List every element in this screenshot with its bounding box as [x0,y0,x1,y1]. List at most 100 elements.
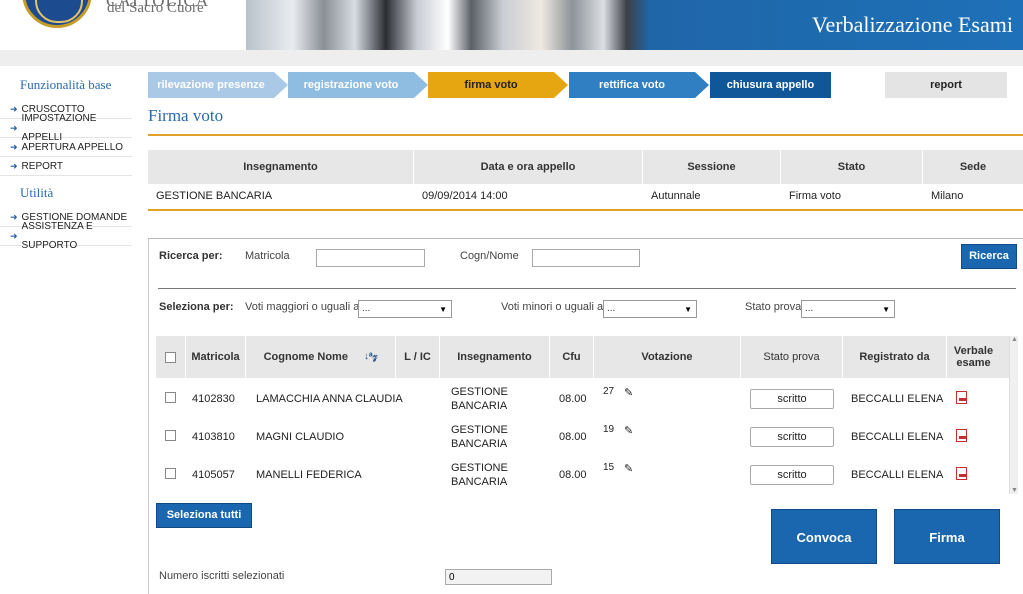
row-registrato-da: BECCALLI ELENA [851,393,944,405]
firma-button[interactable]: Firma [894,509,1000,564]
table-scrollbar[interactable]: ▲ ▼ [1009,336,1018,494]
row-registrato-da: BECCALLI ELENA [851,469,944,481]
sidebar-item-report[interactable]: ➜ REPORT [0,157,132,176]
page-title: Firma voto [148,106,224,125]
sidebar-item-label: ASSISTENZA E SUPPORTO [21,221,93,251]
seleziona-per-label: Seleziona per: [159,301,234,313]
pdf-icon[interactable] [956,429,967,442]
step-firma-voto[interactable]: firma voto [428,72,568,98]
info-data-ora: 09/09/2014 14:00 [422,190,508,202]
edit-pencil-icon[interactable]: ✎ [624,424,633,437]
step-label: firma voto [464,79,518,91]
col-votazione: Votazione [594,336,741,378]
panel-border [148,238,1023,239]
row-matricola: 4102830 [192,393,235,405]
voti-maggiori-label: Voti maggiori o uguali a [245,301,360,313]
row-stato-prova-button[interactable]: scritto [750,389,834,409]
voti-minori-select[interactable]: ... ▼ [603,300,697,318]
row-checkbox[interactable] [165,430,176,441]
title-divider [148,134,1023,136]
scroll-down-icon[interactable]: ▼ [1010,487,1019,494]
step-chiusura-appello[interactable]: chiusura appello [710,72,831,98]
select-all-checkbox[interactable] [165,351,176,363]
col-registrato-da: Registrato da [843,336,947,378]
arrow-right-icon: ➜ [10,122,18,133]
row-insegnamento-2: BANCARIA [451,438,508,450]
col-cognome-nome[interactable]: Cognome Nome ↓ᵃ𝓏 [246,336,396,378]
panel-left-border [148,239,149,594]
arrow-right-icon: ➜ [10,141,18,152]
sidebar-heading-base: Funzionalità base [20,77,112,92]
info-stato: Firma voto [789,190,841,202]
row-voto: 27 [603,386,615,397]
info-divider [148,209,1023,211]
results-table-header: Matricola Cognome Nome ↓ᵃ𝓏 L / IC Insegn… [156,336,1009,378]
numero-iscritti-field [445,569,552,585]
info-table-header: Insegnamento Data e ora appello Sessione… [148,150,1023,184]
col-sede: Sede [959,161,987,173]
row-cfu: 08.00 [559,393,587,405]
seleziona-tutti-button[interactable]: Seleziona tutti [156,503,252,528]
university-logo [22,0,92,28]
col-sessione: Sessione [643,150,781,184]
select-value: ... [805,303,814,314]
search-divider [158,288,1016,289]
sidebar-heading-utility: Utilità [20,185,54,200]
row-insegnamento-2: BANCARIA [451,476,508,488]
col-matricola[interactable]: Matricola [186,336,246,378]
step-label: chiusura appello [726,79,815,91]
col-stato: Stato [781,150,923,184]
arrow-right-icon: ➜ [10,211,18,222]
scroll-up-icon[interactable]: ▲ [1010,336,1019,343]
step-label: rettifica voto [598,79,665,91]
col-cfu: Cfu [550,336,594,378]
row-insegnamento-1: GESTIONE [451,462,508,474]
voti-maggiori-select[interactable]: ... ▼ [358,300,452,318]
row-stato-prova-button[interactable]: scritto [750,465,834,485]
row-nome: LAMACCHIA ANNA CLAUDIA [256,393,403,405]
edit-pencil-icon[interactable]: ✎ [624,386,633,399]
chevron-down-icon: ▼ [439,305,447,314]
cognome-input[interactable] [532,249,640,267]
sort-az-icon[interactable]: ↓ᵃ𝓏 [364,351,377,363]
voti-minori-label: Voti minori o uguali a [501,301,604,313]
col-l-ic: L / IC [396,336,440,378]
edit-pencil-icon[interactable]: ✎ [624,462,633,475]
col-stato-prova: Stato prova [741,336,843,378]
row-cfu: 08.00 [559,431,587,443]
select-value: ... [362,303,371,314]
sidebar-item-impostazione-appelli[interactable]: ➜ IMPOSTAZIONE APPELLI [0,113,132,143]
stato-prova-select[interactable]: ... ▼ [801,300,895,318]
report-button[interactable]: report [885,72,1007,98]
row-nome: MAGNI CLAUDIO [256,431,345,443]
matricola-input[interactable] [316,249,425,267]
convoca-button[interactable]: Convoca [771,509,877,564]
chevron-down-icon: ▼ [882,305,890,314]
select-value: ... [607,303,616,314]
row-nome: MANELLI FEDERICA [256,469,362,481]
info-insegnamento: GESTIONE BANCARIA [156,190,273,202]
sidebar-item-assistenza-supporto[interactable]: ➜ ASSISTENZA E SUPPORTO [0,221,132,251]
ricerca-button[interactable]: Ricerca [961,244,1017,269]
row-insegnamento-2: BANCARIA [451,400,508,412]
info-sede: Milano [931,190,964,202]
step-label: rilevazione presenze [157,79,265,91]
row-checkbox[interactable] [165,392,176,403]
step-rettifica-voto[interactable]: rettifica voto [569,72,709,98]
arrow-right-icon: ➜ [10,230,18,241]
row-voto: 15 [603,462,615,473]
sidebar-item-label: REPORT [21,160,64,172]
row-stato-prova-button[interactable]: scritto [750,427,834,447]
step-label: registrazione voto [303,79,399,91]
step-registrazione-voto[interactable]: registrazione voto [288,72,428,98]
sidebar-item-apertura-appello[interactable]: ➜ APERTURA APPELLO [0,138,132,157]
row-insegnamento-1: GESTIONE [451,386,508,398]
col-verbale-esame: Verbale esame [953,345,994,369]
arrow-right-icon: ➜ [10,103,18,114]
pdf-icon[interactable] [956,391,967,404]
row-checkbox[interactable] [165,468,176,479]
col-select [156,336,186,378]
arrow-right-icon: ➜ [10,160,18,171]
pdf-icon[interactable] [956,467,967,480]
step-rilevazione-presenze[interactable]: rilevazione presenze [148,72,288,98]
